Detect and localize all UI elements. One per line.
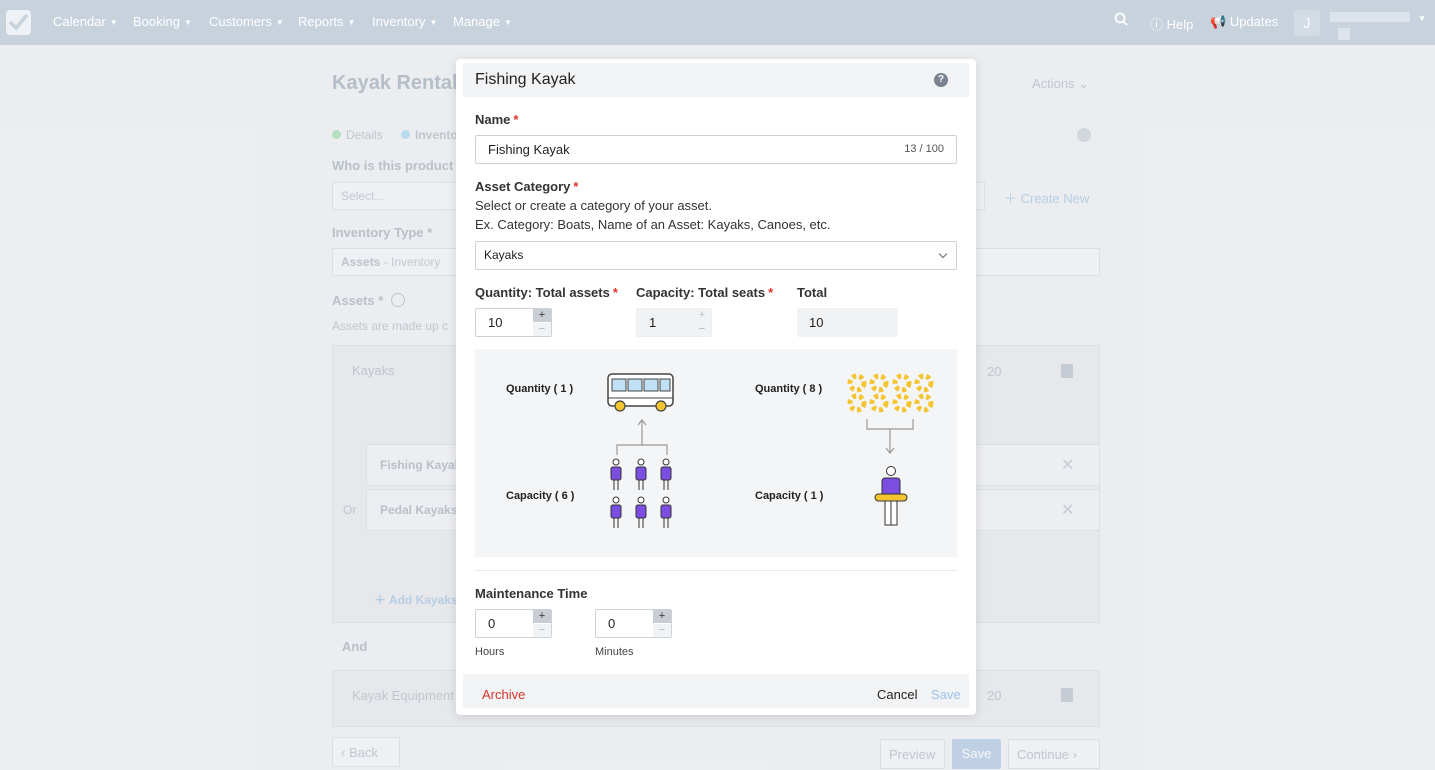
modal-title: Fishing Kayak xyxy=(475,71,576,88)
decrement-minus-icon[interactable]: − xyxy=(533,323,551,336)
illus-right-capacity: Capacity ( 1 ) xyxy=(755,490,824,502)
arrow-down-connector-icon xyxy=(866,419,914,454)
quantity-label: Quantity: Total assets * xyxy=(475,285,618,300)
nav-calendar[interactable]: Calendar ▼ xyxy=(53,14,118,29)
modal-header: Fishing Kayak ? xyxy=(463,63,969,97)
name-input[interactable]: Fishing Kayak 13 / 100 xyxy=(475,135,957,164)
increment-plus-icon[interactable]: + xyxy=(693,309,711,322)
nav-booking[interactable]: Booking ▼ xyxy=(133,14,192,29)
quantity-value: 10 xyxy=(488,315,503,330)
capacity-label: Capacity: Total seats * xyxy=(636,285,774,300)
minutes-value: 0 xyxy=(608,616,616,631)
user-avatar[interactable]: J xyxy=(1294,10,1320,36)
name-label: Name * xyxy=(475,112,519,127)
user-menu-caret-icon[interactable]: ▼ xyxy=(1418,14,1426,23)
section-divider xyxy=(475,570,957,571)
asset-category-value: Kayaks xyxy=(484,248,524,262)
caret-down-icon: ▼ xyxy=(109,18,118,27)
archive-button[interactable]: Archive xyxy=(482,687,525,702)
quantity-stepper[interactable]: 10 + − xyxy=(475,308,552,337)
asset-category-help-1: Select or create a category of your asse… xyxy=(475,198,713,213)
caret-down-icon: ▼ xyxy=(275,18,284,27)
capacity-stepper[interactable]: 1 + − xyxy=(636,308,712,337)
illus-left-capacity: Capacity ( 6 ) xyxy=(506,490,575,502)
top-navigation-bar: Calendar ▼ Booking ▼ Customers ▼ Reports ▼ I… xyxy=(0,0,1435,45)
caret-down-icon: ▼ xyxy=(503,18,512,27)
hours-label: Hours xyxy=(475,646,505,658)
name-char-counter: 13 / 100 xyxy=(904,143,944,155)
person-with-life-ring-icon xyxy=(874,466,908,526)
illus-right-quantity: Quantity ( 8 ) xyxy=(755,383,823,395)
decrement-minus-icon[interactable]: − xyxy=(653,624,671,637)
name-input-value: Fishing Kayak xyxy=(488,142,570,157)
nav-manage[interactable]: Manage ▼ xyxy=(453,14,512,29)
maintenance-time-label: Maintenance Time xyxy=(475,586,588,601)
hours-stepper[interactable]: 0 + − xyxy=(475,609,552,638)
total-label: Total xyxy=(797,285,828,300)
caret-down-icon: ▼ xyxy=(429,18,438,27)
user-org-redacted xyxy=(1338,28,1350,40)
hours-value: 0 xyxy=(488,616,496,631)
increment-plus-icon[interactable]: + xyxy=(653,610,671,623)
question-circle-icon: ⓘ xyxy=(1150,17,1164,32)
updates-link[interactable]: 📢 Updates xyxy=(1210,14,1278,30)
total-readonly-field: 10 xyxy=(797,308,898,337)
chevron-down-icon xyxy=(938,249,948,259)
life-rings-icon xyxy=(847,373,934,413)
minutes-stepper[interactable]: 0 + − xyxy=(595,609,672,638)
cancel-button[interactable]: Cancel xyxy=(877,687,917,702)
caret-down-icon: ▼ xyxy=(347,18,356,27)
asset-category-label: Asset Category * xyxy=(475,179,579,194)
modal-footer: Archive Cancel Save xyxy=(463,674,969,708)
nav-customers[interactable]: Customers ▼ xyxy=(209,14,284,29)
asset-category-select[interactable]: Kayaks xyxy=(475,241,957,270)
asset-category-help-2: Ex. Category: Boats, Name of an Asset: K… xyxy=(475,217,831,232)
illus-left-quantity: Quantity ( 1 ) xyxy=(506,383,574,395)
help-link[interactable]: ⓘ Help xyxy=(1150,14,1193,33)
caret-down-icon: ▼ xyxy=(183,18,192,27)
capacity-value: 1 xyxy=(649,315,657,330)
user-name-redacted xyxy=(1330,12,1410,22)
increment-plus-icon[interactable]: + xyxy=(533,610,551,623)
app-logo-checkmark-icon[interactable] xyxy=(6,10,31,35)
decrement-minus-icon[interactable]: − xyxy=(693,323,711,336)
megaphone-icon: 📢 xyxy=(1210,14,1227,29)
nav-reports[interactable]: Reports ▼ xyxy=(298,14,355,29)
minutes-label: Minutes xyxy=(595,646,634,658)
decrement-minus-icon[interactable]: − xyxy=(533,624,551,637)
six-people-icon xyxy=(610,458,672,528)
increment-plus-icon[interactable]: + xyxy=(533,309,551,322)
help-question-icon[interactable]: ? xyxy=(934,73,948,87)
asset-edit-modal: Fishing Kayak ? Name * Fishing Kayak 13 /… xyxy=(456,59,976,715)
quantity-capacity-illustration: Quantity ( 1 ) Capacity ( 6 ) Quantity (… xyxy=(475,349,957,557)
save-button[interactable]: Save xyxy=(931,687,961,702)
bus-icon xyxy=(607,373,674,412)
search-icon[interactable] xyxy=(1114,12,1128,29)
arrow-up-connector-icon xyxy=(616,419,668,455)
nav-inventory[interactable]: Inventory ▼ xyxy=(372,14,437,29)
